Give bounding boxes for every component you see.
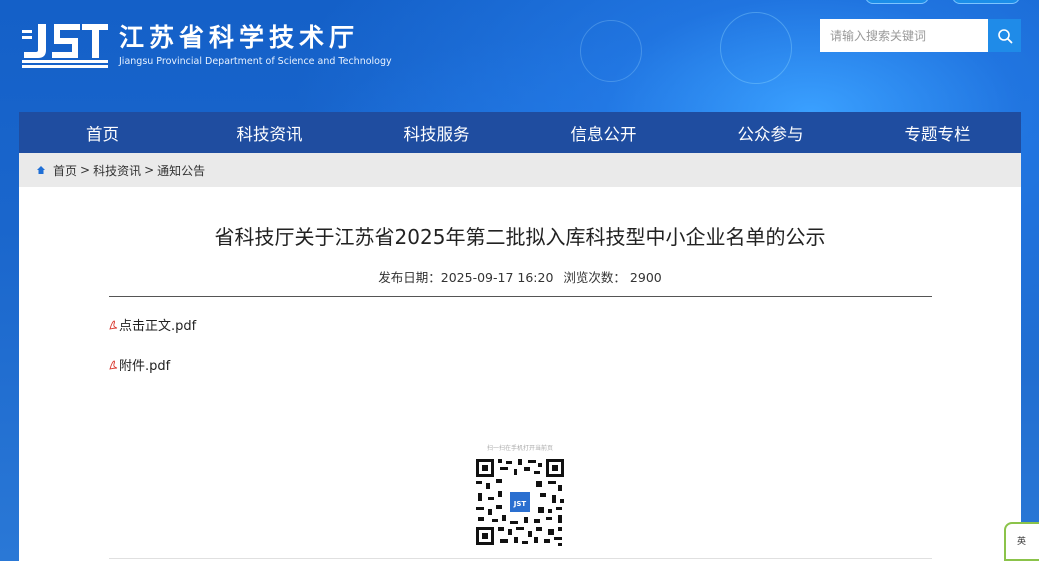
site-title[interactable]: 江苏省科学技术厅 (119, 18, 359, 54)
nav-item-public-participation[interactable]: 公众参与 (687, 112, 854, 153)
article-panel: 省科技厅关于江苏省2025年第二批拟入库科技型中小企业名单的公示 发布日期：20… (19, 187, 1021, 561)
breadcrumb: 首页 > 科技资讯 > 通知公告 (19, 153, 1021, 187)
qr-caption: 扫一扫在手机打开当前页 (486, 445, 553, 452)
nav-item-info-disclosure[interactable]: 信息公开 (520, 112, 687, 153)
attachment-label: 点击正文.pdf (119, 319, 197, 334)
publish-date-label: 发布日期： (378, 270, 441, 285)
pdf-icon (109, 320, 118, 330)
attachment-main-pdf[interactable]: 点击正文.pdf (109, 315, 196, 334)
breadcrumb-separator: > (80, 163, 91, 177)
search-icon (997, 28, 1012, 43)
jst-logo[interactable] (20, 22, 110, 70)
views-label: 浏览次数： (563, 270, 626, 285)
attachment-appendix-pdf[interactable]: 附件.pdf (109, 355, 170, 374)
decorative-circle (580, 20, 642, 82)
site-subtitle: Jiangsu Provincial Department of Science… (119, 56, 392, 67)
decorative-circle (720, 12, 792, 84)
pdf-icon (109, 360, 118, 370)
title-divider (109, 296, 932, 297)
article-meta: 发布日期：2025-09-17 16:20 浏览次数： 2900 (19, 267, 1021, 286)
qr-code: JST (474, 457, 566, 547)
article-title: 省科技厅关于江苏省2025年第二批拟入库科技型中小企业名单的公示 (214, 225, 826, 249)
breadcrumb-home-link[interactable]: 首页 (53, 162, 77, 179)
publish-date: 2025-09-17 16:20 (440, 270, 554, 285)
nav-item-special-topics[interactable]: 专题专栏 (854, 112, 1021, 153)
location-icon (37, 166, 45, 174)
search-input[interactable] (820, 19, 988, 52)
top-link-pill[interactable] (865, 0, 929, 4)
language-widget[interactable]: 英 (1004, 522, 1039, 561)
breadcrumb-notices-link[interactable]: 通知公告 (157, 162, 205, 179)
search-button[interactable] (988, 19, 1021, 52)
top-link-pill[interactable] (952, 0, 1020, 4)
nav-item-tech-services[interactable]: 科技服务 (353, 112, 520, 153)
language-label: 英 (1017, 537, 1027, 547)
attachment-label: 附件.pdf (119, 359, 171, 374)
bottom-divider (109, 558, 932, 559)
nav-item-tech-news[interactable]: 科技资讯 (186, 112, 353, 153)
breadcrumb-tech-news-link[interactable]: 科技资讯 (93, 162, 141, 179)
svg-text:JST: JST (513, 500, 527, 508)
views-count: 2900 (629, 270, 662, 285)
breadcrumb-separator: > (144, 163, 155, 177)
main-nav: 首页 科技资讯 科技服务 信息公开 公众参与 专题专栏 (19, 112, 1021, 153)
nav-item-home[interactable]: 首页 (19, 112, 186, 153)
